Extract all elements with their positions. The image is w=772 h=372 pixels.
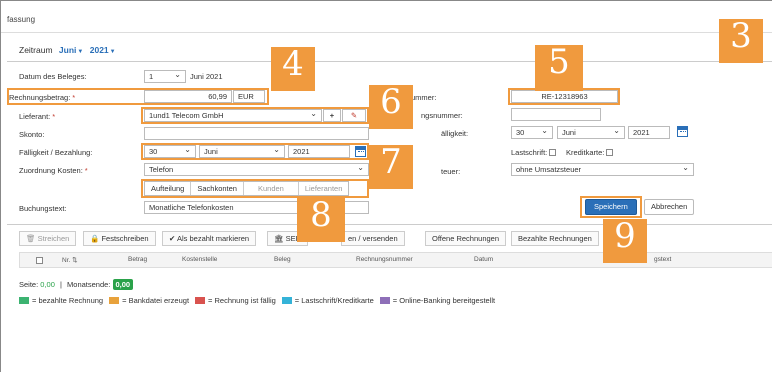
faelligkeit-label: Fälligkeit / Bezahlung: [19,148,93,157]
divider [7,224,772,225]
festschreiben-button[interactable]: 🔒 Festschreiben [83,231,156,246]
legend-item: = Lastschrift/Kreditkarte [281,296,374,305]
skonto-input[interactable] [144,127,369,140]
highlight-faelligkeit [141,143,369,160]
legend-label: = bezahlte Rechnung [32,296,104,305]
due-day-select[interactable]: 30 [511,126,553,139]
chevron-down-icon[interactable]: ▼ [77,49,83,55]
kreditkarte-checkbox[interactable]: Kreditkarte: [566,148,614,157]
separator: | [59,280,62,289]
legend-swatch [109,297,120,304]
period-month[interactable]: Juni [59,45,76,55]
col-betrag[interactable]: Betrag [128,256,147,263]
lock-icon: 🔒 [90,234,100,243]
period-selector: Zeitraum Juni▼ 2021▼ [19,45,116,55]
beleg-day-select[interactable]: 1 [144,70,186,83]
annotation-badge-7: 7 [369,145,413,189]
annotation-badge-4: 4 [271,47,315,91]
legend-swatch [281,297,292,304]
steuer-label: teuer: [441,167,461,176]
chevron-down-icon[interactable]: ▼ [110,49,116,55]
highlight-save [580,196,642,218]
col-buchungstext[interactable]: gstext [654,256,671,263]
buchungstext-label: Buchungstext: [19,204,67,213]
legend-item: = Online-Banking bereitgestellt [379,296,496,305]
steuer-select[interactable]: ohne Umsatzsteuer [511,163,694,176]
legend-item: = Bankdatei erzeugt [109,296,189,305]
annotation-badge-9: 9 [603,219,647,263]
col-nr[interactable]: Nr. ⇅ [62,256,78,264]
beleg-month-year: Juni 2021 [190,72,223,81]
seite-label: Seite: [19,280,39,289]
check-icon: ✔ [169,234,176,243]
zuordnung-select[interactable]: Telefon [144,163,369,176]
window: fassung Zeitraum Juni▼ 2021▼ Datum des B… [0,0,772,372]
col-rechnungsnummer[interactable]: Rechnungsnummer [356,256,413,263]
seite-value: 0,00 [40,280,55,289]
divider [7,61,772,62]
due-year-input[interactable]: 2021 [628,126,670,139]
open-invoices-button[interactable]: Offene Rechnungen [425,231,506,246]
right-faelligkeit-label: älligkeit: [441,129,469,138]
due-month-select[interactable]: Juni [557,126,625,139]
monatsende-label: Monatsende: [67,280,111,289]
lastschrift-checkbox[interactable]: Lastschrift: [511,148,557,157]
col-datum[interactable]: Datum [474,256,493,263]
zuordnung-label: Zuordnung Kosten: * [19,166,88,175]
paid-invoices-button[interactable]: Bezahlte Rechnungen [511,231,599,246]
legend: = bezahlte Rechnung = Bankdatei erzeugt = … [19,296,501,306]
highlight-lieferant [141,107,369,124]
streichen-button[interactable]: 🗑 Streichen [19,231,77,246]
trash-icon: 🗑 [26,234,36,243]
lieferant-label: Lieferant: * [19,112,56,121]
mark-paid-button[interactable]: ✔ Als bezahlt markieren [162,231,257,246]
col-beleg[interactable]: Beleg [274,256,291,263]
annotation-badge-8: 8 [297,198,345,242]
calendar-icon[interactable] [677,126,688,137]
period-label: Zeitraum [19,45,53,55]
sort-icon: ⇅ [72,257,78,264]
beleg-date-label: Datum des Beleges: [19,72,87,81]
highlight-cost-tabs [141,179,369,198]
send-button[interactable]: en / versenden [341,231,405,246]
invoice-table-header: Nr. ⇅ Betrag Kostenstelle Beleg Rechnung… [19,252,772,268]
select-all-checkbox[interactable] [36,257,43,264]
legend-item: = bezahlte Rechnung [19,296,103,305]
annotation-badge-6: 6 [369,85,413,129]
period-year[interactable]: 2021 [90,45,109,55]
sums-row: Seite: 0,00 | Monatsende: 0,00 [19,279,134,290]
legend-item: = Rechnung ist fällig [195,296,276,305]
legend-swatch [379,297,390,304]
buchungsnummer-input[interactable] [511,108,601,121]
legend-label: = Rechnung ist fällig [208,296,276,305]
annotation-badge-5: 5 [535,45,583,91]
top-bar: fassung [1,9,772,33]
buchungsnummer-label: ngsnummer: [421,111,463,120]
col-kostenstelle[interactable]: Kostenstelle [182,256,217,263]
rechnungsnummer-label: ummer: [411,93,437,102]
bank-icon: 🏛 [274,234,284,243]
legend-swatch [19,297,29,304]
annotation-badge-3: 3 [719,19,763,63]
legend-swatch [195,297,206,304]
page-title: fassung [7,15,36,24]
cancel-button[interactable]: Abbrechen [644,199,695,215]
skonto-label: Skonto: [19,130,45,139]
legend-label: = Bankdatei erzeugt [122,296,190,305]
highlight-rechnungsbetrag [7,88,269,105]
legend-label: = Lastschrift/Kreditkarte [294,296,374,305]
monatsende-badge: 0,00 [112,279,134,290]
legend-label: = Online-Banking bereitgestellt [392,296,496,305]
